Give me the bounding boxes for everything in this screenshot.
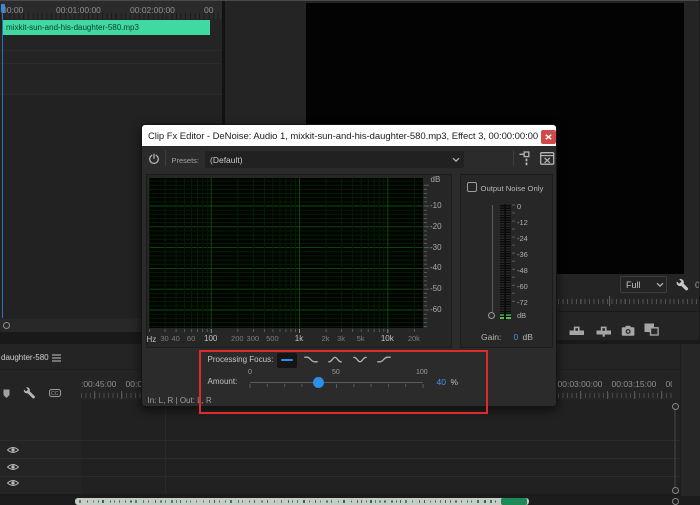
svg-text:CC: CC: [51, 390, 59, 396]
